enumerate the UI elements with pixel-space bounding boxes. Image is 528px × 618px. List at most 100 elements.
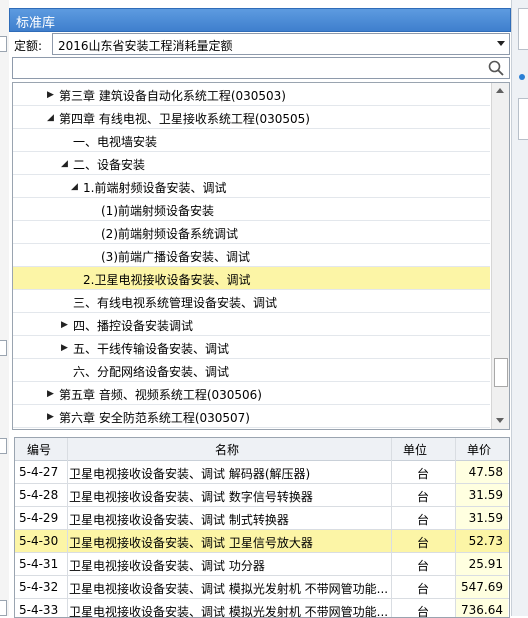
- bullet-icon: [519, 74, 525, 80]
- tree-item[interactable]: 六、分配网络设备安装、调试: [13, 359, 490, 382]
- left-edge-panel: [0, 0, 9, 616]
- tree-item-label: 1.前端射频设备安装、调试: [83, 181, 227, 195]
- tree-item-label: 第四章 有线电视、卫星接收系统工程(030505): [59, 112, 310, 126]
- cell-price: 31.59: [468, 488, 503, 502]
- expand-triangle-icon[interactable]: ▶: [47, 90, 54, 100]
- cell-code: 5-4-29: [19, 511, 59, 525]
- tree-item-label: 第六章 安全防范系统工程(030507): [59, 411, 250, 425]
- table-row[interactable]: 5-4-33 卫星电视接收设备安装、调试 模拟光发射机 不带网管功能... 台 736…: [15, 599, 509, 617]
- table-row[interactable]: 5-4-29 卫星电视接收设备安装、调试 制式转换器 台 31.59: [15, 507, 509, 530]
- header-name[interactable]: 名称: [215, 441, 239, 458]
- tree-item[interactable]: ▶ 四、播控设备安装调试: [13, 313, 490, 336]
- cell-name: 卫星电视接收设备安装、调试 制式转换器: [69, 513, 289, 527]
- cell-unit: 台: [416, 536, 429, 550]
- cell-unit: 台: [416, 513, 429, 527]
- tree-item-label: 第三章 建筑设备自动化系统工程(030503): [59, 89, 286, 103]
- cell-code: 5-4-32: [19, 580, 59, 594]
- cell-name: 卫星电视接收设备安装、调试 模拟光发射机 不带网管功能...: [69, 582, 387, 596]
- cell-code: 5-4-33: [19, 603, 59, 617]
- tree-item[interactable]: ◢ 1.前端射频设备安装、调试: [13, 175, 490, 198]
- quota-selected-value: 2016山东省安装工程消耗量定额: [58, 39, 233, 53]
- tree-item[interactable]: (3)前端广播设备安装、调试: [13, 244, 490, 267]
- scroll-up-button[interactable]: [492, 83, 509, 100]
- table-row[interactable]: 5-4-27 卫星电视接收设备安装、调试 解码器(解压器) 台 47.58: [15, 461, 509, 484]
- tree-item-label: 二、设备安装: [73, 158, 146, 172]
- tree-item-label: 四、播控设备安装调试: [73, 319, 194, 333]
- tree-scrollbar[interactable]: [491, 83, 509, 429]
- panel-title: 标准库: [16, 16, 56, 31]
- tree-item[interactable]: 2.卫星电视接收设备安装、调试: [13, 267, 490, 290]
- table-row[interactable]: 5-4-31 卫星电视接收设备安装、调试 功分器 台 25.91: [15, 553, 509, 576]
- scroll-down-button[interactable]: [492, 412, 509, 429]
- expand-triangle-icon[interactable]: ▶: [47, 389, 54, 399]
- table-header: 编号 名称 单位 单价: [15, 438, 509, 461]
- header-code[interactable]: 编号: [27, 441, 51, 458]
- search-icon[interactable]: [488, 60, 504, 76]
- cell-name: 卫星电视接收设备安装、调试 解码器(解压器): [69, 467, 311, 481]
- table-row[interactable]: 5-4-32 卫星电视接收设备安装、调试 模拟光发射机 不带网管功能... 台 547…: [15, 576, 509, 599]
- tree-item-label: (2)前端射频设备系统调试: [101, 227, 238, 241]
- chevron-down-icon[interactable]: [497, 41, 505, 46]
- right-edge-button[interactable]: [518, 98, 528, 140]
- expand-triangle-icon[interactable]: ▶: [61, 320, 68, 330]
- tree-item[interactable]: ▶ 第五章 音频、视频系统工程(030506): [13, 382, 490, 405]
- collapse-triangle-icon[interactable]: ◢: [71, 182, 78, 192]
- column-divider: [391, 438, 392, 617]
- cell-unit: 台: [416, 559, 429, 573]
- tree-item-label: (1)前端射频设备安装: [101, 204, 214, 218]
- quota-table: 编号 名称 单位 单价 5-4-27 卫星电视接收设备安装、调试 解码器(解压器)…: [14, 437, 510, 618]
- cell-name: 卫星电视接收设备安装、调试 功分器: [69, 559, 265, 573]
- tree-item[interactable]: 三、有线电视系统管理设备安装、调试: [13, 290, 490, 313]
- cell-price: 25.91: [468, 557, 503, 571]
- header-price[interactable]: 单价: [467, 441, 491, 458]
- cell-price: 31.59: [468, 511, 503, 525]
- cell-price: 736.64: [461, 603, 503, 617]
- table-row[interactable]: 5-4-30 卫星电视接收设备安装、调试 卫星信号放大器 台 52.73: [15, 530, 509, 553]
- chapter-tree[interactable]: ▶ 第六章 安全防范系统工程(030507) ▶ 第五章 音频、视频系统工程(0305…: [12, 82, 510, 430]
- tree-item[interactable]: ▶ 第六章 安全防范系统工程(030507): [13, 405, 490, 428]
- cell-code: 5-4-28: [19, 488, 59, 502]
- left-edge-control[interactable]: [0, 340, 7, 356]
- tree-item[interactable]: ▶ 五、干线传输设备安装、调试: [13, 336, 490, 359]
- tree-item-label: 三、有线电视系统管理设备安装、调试: [73, 296, 278, 310]
- column-divider: [455, 438, 456, 617]
- expand-triangle-icon[interactable]: ▶: [47, 412, 54, 422]
- tree-item[interactable]: ◢ 第四章 有线电视、卫星接收系统工程(030505): [13, 106, 490, 129]
- tree-item[interactable]: (2)前端射频设备系统调试: [13, 221, 490, 244]
- cell-code: 5-4-27: [19, 465, 59, 479]
- collapse-triangle-icon[interactable]: ◢: [61, 159, 68, 169]
- arrow-down-icon: [496, 418, 504, 423]
- tree-item-label: 五、干线传输设备安装、调试: [73, 342, 230, 356]
- arrow-up-icon: [496, 88, 504, 93]
- quota-select[interactable]: 2016山东省安装工程消耗量定额: [52, 33, 510, 55]
- tree-item-label: 第五章 音频、视频系统工程(030506): [59, 388, 262, 402]
- table-row[interactable]: 5-4-28 卫星电视接收设备安装、调试 数字信号转换器 台 31.59: [15, 484, 509, 507]
- tree-item-label: 六、分配网络设备安装、调试: [73, 365, 230, 379]
- right-edge-button[interactable]: [518, 8, 528, 50]
- tree-item-label: 一、电视墙安装: [73, 135, 158, 149]
- scroll-thumb[interactable]: [494, 358, 508, 387]
- left-edge-control[interactable]: [0, 36, 7, 52]
- tree-item[interactable]: 一、电视墙安装: [13, 129, 490, 152]
- tree-item[interactable]: ◢ 二、设备安装: [13, 152, 490, 175]
- left-edge-control[interactable]: [0, 438, 7, 454]
- cell-unit: 台: [416, 582, 429, 596]
- collapse-triangle-icon[interactable]: ◢: [47, 113, 54, 123]
- quota-label: 定额:: [14, 39, 43, 53]
- header-unit[interactable]: 单位: [403, 441, 427, 458]
- cell-price: 47.58: [468, 465, 503, 479]
- cell-price: 52.73: [468, 534, 503, 548]
- expand-triangle-icon[interactable]: ▶: [61, 343, 68, 353]
- tree-item[interactable]: (1)前端射频设备安装: [13, 198, 490, 221]
- cell-code: 5-4-30: [19, 534, 59, 548]
- cell-name: 卫星电视接收设备安装、调试 数字信号转换器: [69, 490, 313, 504]
- cell-name: 卫星电视接收设备安装、调试 卫星信号放大器: [69, 536, 313, 550]
- column-divider: [67, 438, 68, 617]
- search-input[interactable]: [12, 57, 510, 79]
- tree-item[interactable]: ▶ 第三章 建筑设备自动化系统工程(030503): [13, 83, 490, 106]
- left-edge-control[interactable]: [0, 600, 7, 616]
- tree-item-label: (3)前端广播设备安装、调试: [101, 250, 250, 264]
- right-edge-panel: [511, 0, 528, 616]
- cell-code: 5-4-31: [19, 557, 59, 571]
- cell-unit: 台: [416, 467, 429, 481]
